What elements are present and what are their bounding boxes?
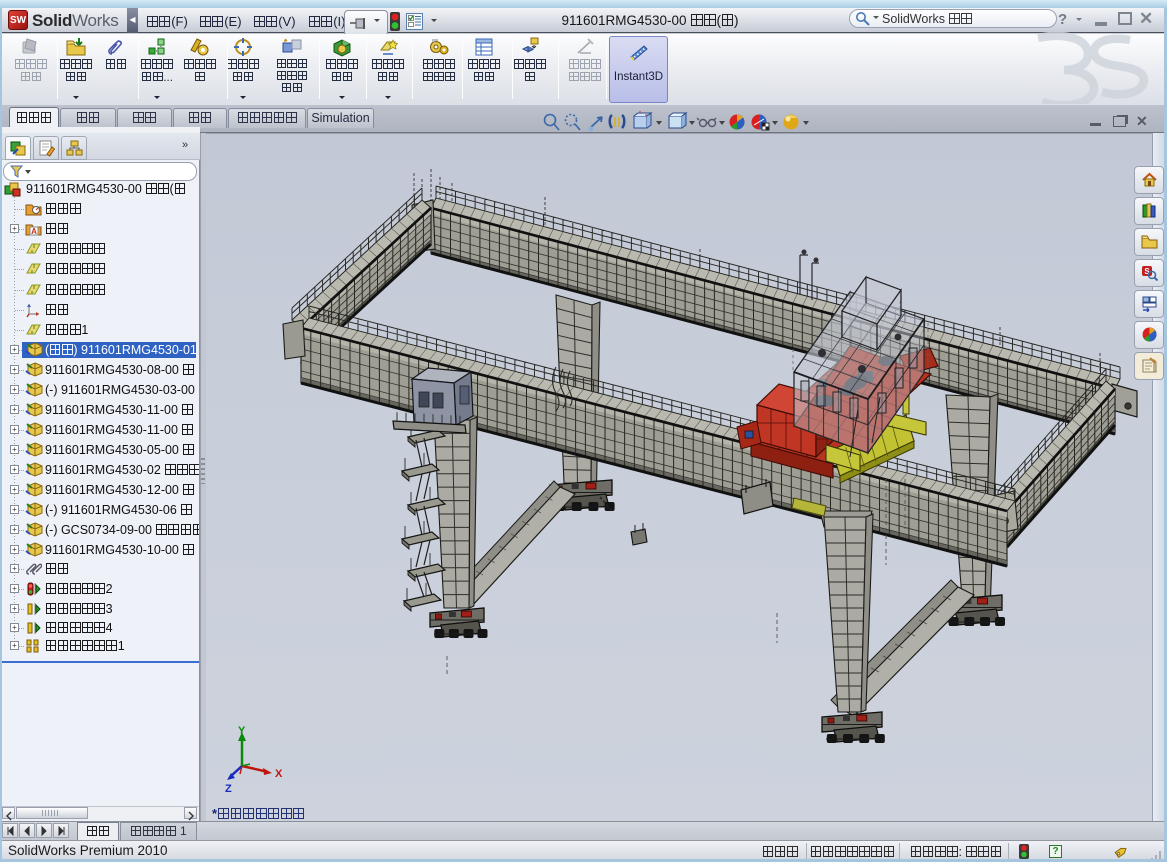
- svg-text:Y: Y: [238, 725, 246, 737]
- svg-text:X: X: [275, 768, 283, 780]
- svg-text:S: S: [1144, 267, 1150, 276]
- svg-text:A: A: [31, 227, 37, 236]
- svg-text:Z: Z: [225, 783, 232, 795]
